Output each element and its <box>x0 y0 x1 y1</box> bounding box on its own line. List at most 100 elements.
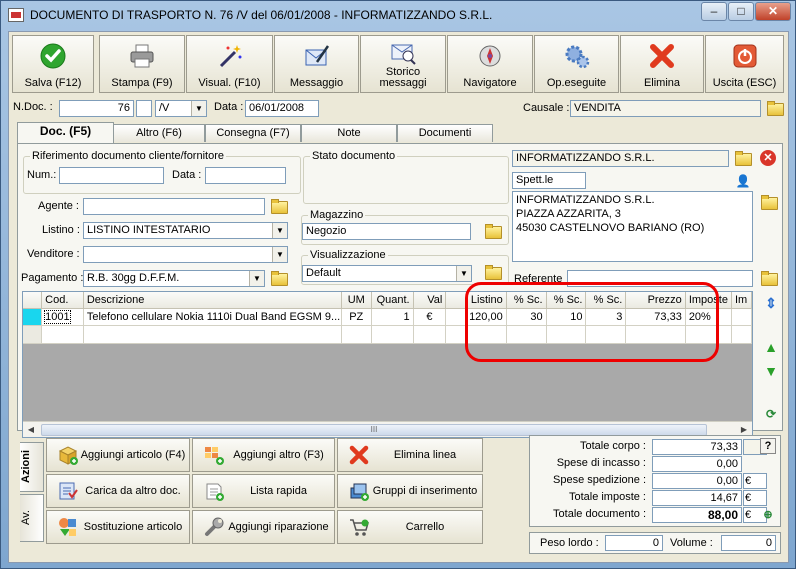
cell-im[interactable] <box>731 308 753 326</box>
replace-article-button[interactable]: Sostituzione articolo <box>46 510 190 544</box>
wrench-icon <box>205 517 224 536</box>
add-article-button[interactable]: Aggiungi articolo (F4) <box>46 438 190 472</box>
message-history-icon <box>391 44 416 65</box>
tab-azioni[interactable]: Azioni <box>20 442 44 492</box>
exit-button[interactable]: Uscita (ESC) <box>705 35 784 93</box>
series-value: /V <box>159 102 170 114</box>
help-button[interactable]: ? <box>760 438 776 454</box>
message-icon <box>305 45 329 66</box>
clear-cliente-icon[interactable]: ✕ <box>760 150 776 166</box>
rif-date-input[interactable] <box>205 167 286 184</box>
cell-empty[interactable] <box>371 325 414 344</box>
rif-doc-title: Riferimento documento cliente/fornitore <box>30 150 226 162</box>
address-folder-icon[interactable] <box>760 194 778 210</box>
agente-folder-icon[interactable] <box>270 198 288 214</box>
volume-field[interactable]: 0 <box>721 535 776 551</box>
magazzino-folder-icon[interactable] <box>484 223 502 239</box>
spett-field[interactable]: Spett.le <box>512 172 586 189</box>
row-selector[interactable] <box>23 325 43 344</box>
peso-field[interactable]: 0 <box>605 535 663 551</box>
peso-label: Peso lordo : <box>540 537 599 549</box>
save-button[interactable]: Salva (F12) <box>12 35 94 93</box>
weights-panel: Peso lordo : 0 Volume : 0 <box>529 532 781 554</box>
navigator-button[interactable]: Navigatore <box>447 35 533 93</box>
load-from-doc-button[interactable]: Carica da altro doc. <box>46 474 190 508</box>
highlight-annotation <box>465 282 719 362</box>
cliente-folder-icon[interactable] <box>734 150 752 166</box>
delete-button[interactable]: Elimina <box>620 35 704 93</box>
message-history-button[interactable]: Storico messaggi <box>360 35 446 93</box>
pagamento-label: Pagamento : <box>21 272 84 284</box>
spese-incasso-field[interactable]: 0,00 <box>652 456 742 472</box>
totale-documento-label: Totale documento : <box>553 508 646 520</box>
cell-cod[interactable]: 1001 <box>41 308 84 326</box>
minimize-button[interactable]: – <box>701 2 727 21</box>
add-other-button[interactable]: Aggiungi altro (F3) <box>192 438 335 472</box>
cart-button[interactable]: Carrello <box>337 510 483 544</box>
cell-empty[interactable] <box>731 325 753 344</box>
cell-empty[interactable] <box>341 325 372 344</box>
visualizzazione-folder-icon[interactable] <box>484 264 502 280</box>
refresh-icon[interactable]: ⟳ <box>762 405 780 423</box>
cell-um[interactable]: PZ <box>341 308 372 326</box>
agente-field[interactable] <box>83 198 265 215</box>
tab-altro[interactable]: Altro (F6) <box>113 124 205 142</box>
print-button[interactable]: Stampa (F9) <box>99 35 185 93</box>
chevron-down-icon: ▼ <box>191 101 206 116</box>
ndoc-input[interactable]: 76 <box>59 100 134 117</box>
visualizzazione-title: Visualizzazione <box>308 249 388 261</box>
cell-val[interactable]: € <box>413 308 447 326</box>
tab-note[interactable]: Note <box>301 124 397 142</box>
totale-imposte-currency: € <box>743 490 767 506</box>
person-icon[interactable]: 👤 <box>734 172 752 190</box>
stato-doc-title: Stato documento <box>310 150 398 162</box>
cell-descrizione[interactable]: Telefono cellulare Nokia 1110i Dual Band… <box>83 308 342 326</box>
delete-line-button[interactable]: Elimina linea <box>337 438 483 472</box>
series-select[interactable]: /V ▼ <box>155 100 207 117</box>
cell-empty[interactable] <box>413 325 447 344</box>
date-input[interactable]: 06/01/2008 <box>245 100 319 117</box>
cart-icon <box>350 519 369 536</box>
cliente-name-field[interactable]: INFORMATIZZANDO S.R.L. <box>512 150 729 167</box>
causale-folder-icon[interactable] <box>766 100 784 116</box>
spese-spedizione-field[interactable]: 0,00 <box>652 473 742 489</box>
scroll-left-icon[interactable]: ◀ <box>25 424 37 436</box>
add-repair-button[interactable]: Aggiungi riparazione <box>192 510 335 544</box>
magazzino-field[interactable]: Negozio <box>302 223 471 240</box>
cell-cod-text: 1001 <box>44 309 71 324</box>
tab-doc[interactable]: Doc. (F5) <box>17 122 114 143</box>
venditore-select[interactable]: ▼ <box>83 246 288 263</box>
referente-folder-icon[interactable] <box>760 270 778 286</box>
insert-groups-button[interactable]: Gruppi di inserimento <box>337 474 483 508</box>
visual-button[interactable]: Visual. (F10) <box>186 35 273 93</box>
listino-select[interactable]: LISTINO INTESTATARIO ▼ <box>83 222 288 239</box>
tab-consegna[interactable]: Consegna (F7) <box>205 124 301 142</box>
ndoc-spin[interactable] <box>136 100 152 117</box>
close-window-button[interactable]: ✕ <box>755 2 791 21</box>
printer-icon <box>130 44 154 68</box>
chevron-down-icon: ▼ <box>456 266 471 281</box>
tab-documenti[interactable]: Documenti <box>397 124 493 142</box>
num-input[interactable] <box>59 167 164 184</box>
address-box[interactable]: INFORMATIZZANDO S.R.L. PIAZZA AZZARITA, … <box>512 191 753 262</box>
pagamento-select[interactable]: R.B. 30gg D.F.F.M. ▼ <box>83 270 265 287</box>
move-down-icon[interactable]: ▼ <box>762 362 780 380</box>
navigator-label: Navigatore <box>463 77 517 89</box>
message-button[interactable]: Messaggio <box>274 35 359 93</box>
pagamento-folder-icon[interactable] <box>270 270 288 286</box>
visual-label: Visual. (F10) <box>198 77 261 89</box>
quick-list-button[interactable]: Lista rapida <box>192 474 335 508</box>
zoom-totals-icon[interactable]: ⊕ <box>760 506 776 522</box>
move-up-icon[interactable]: ▲ <box>762 338 780 356</box>
cell-empty[interactable] <box>41 325 84 344</box>
delete-x-icon <box>650 44 674 68</box>
cell-quant[interactable]: 1 <box>371 308 414 326</box>
maximize-button[interactable]: □ <box>728 2 754 21</box>
tab-av[interactable]: Av. <box>20 494 44 542</box>
executed-ops-button[interactable]: Op.eseguite <box>534 35 619 93</box>
move-updown-icon[interactable]: ⇕ <box>762 294 780 312</box>
causale-field[interactable]: VENDITA <box>570 100 761 117</box>
cell-empty[interactable] <box>83 325 342 344</box>
row-selector[interactable] <box>23 308 43 326</box>
visualizzazione-select[interactable]: Default ▼ <box>302 265 472 282</box>
